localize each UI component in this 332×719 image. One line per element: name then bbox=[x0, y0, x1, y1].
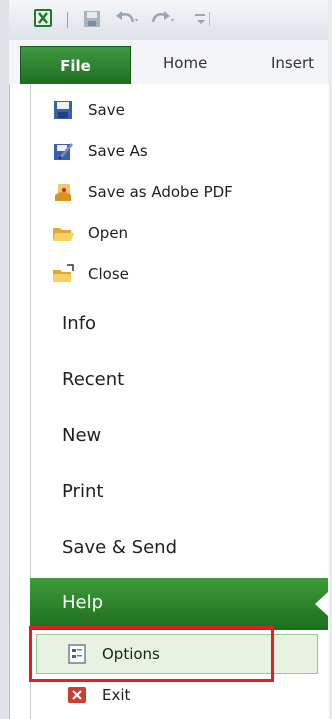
nav-recent[interactable]: Recent bbox=[62, 369, 124, 390]
nav-info[interactable]: Info bbox=[62, 313, 96, 334]
open-command[interactable]: Open bbox=[52, 217, 128, 249]
options-callout-box bbox=[29, 626, 274, 682]
tab-file[interactable]: File bbox=[20, 46, 131, 84]
save-command[interactable]: Save bbox=[52, 94, 125, 126]
close-label: Close bbox=[88, 265, 129, 283]
save-icon bbox=[54, 101, 72, 119]
nav-save-send[interactable]: Save & Send bbox=[62, 537, 177, 558]
save-icon[interactable] bbox=[83, 10, 101, 28]
undo-icon[interactable] bbox=[113, 10, 139, 28]
save-as-pdf-command[interactable]: Save as Adobe PDF bbox=[52, 176, 233, 208]
exit-label: Exit bbox=[102, 686, 131, 704]
open-label: Open bbox=[88, 224, 129, 242]
customize-qat-icon[interactable] bbox=[193, 10, 215, 28]
save-label: Save bbox=[88, 101, 125, 119]
toolbar-separator bbox=[67, 12, 68, 28]
tab-insert[interactable]: Insert bbox=[271, 54, 314, 72]
redo-icon[interactable] bbox=[149, 10, 175, 28]
window-left-border bbox=[0, 0, 10, 719]
help-label: Help bbox=[62, 592, 104, 613]
save-as-command[interactable]: Save As bbox=[52, 135, 148, 167]
exit-command[interactable]: Exit bbox=[66, 679, 130, 711]
quick-access-toolbar bbox=[9, 0, 328, 41]
nav-new[interactable]: New bbox=[62, 425, 101, 446]
save-as-label: Save As bbox=[88, 142, 148, 160]
exit-icon bbox=[68, 687, 86, 703]
open-folder-icon bbox=[53, 228, 74, 241]
close-folder-icon bbox=[53, 264, 74, 282]
save-as-pdf-label: Save as Adobe PDF bbox=[88, 183, 233, 201]
nav-print[interactable]: Print bbox=[62, 481, 103, 502]
adobe-pdf-icon bbox=[55, 184, 71, 201]
save-as-icon bbox=[54, 143, 73, 160]
excel-icon[interactable] bbox=[33, 8, 53, 28]
close-command[interactable]: Close bbox=[52, 258, 129, 290]
selected-indicator-arrow bbox=[315, 592, 328, 616]
nav-help[interactable]: Help bbox=[30, 578, 328, 630]
tab-home[interactable]: Home bbox=[163, 54, 207, 72]
